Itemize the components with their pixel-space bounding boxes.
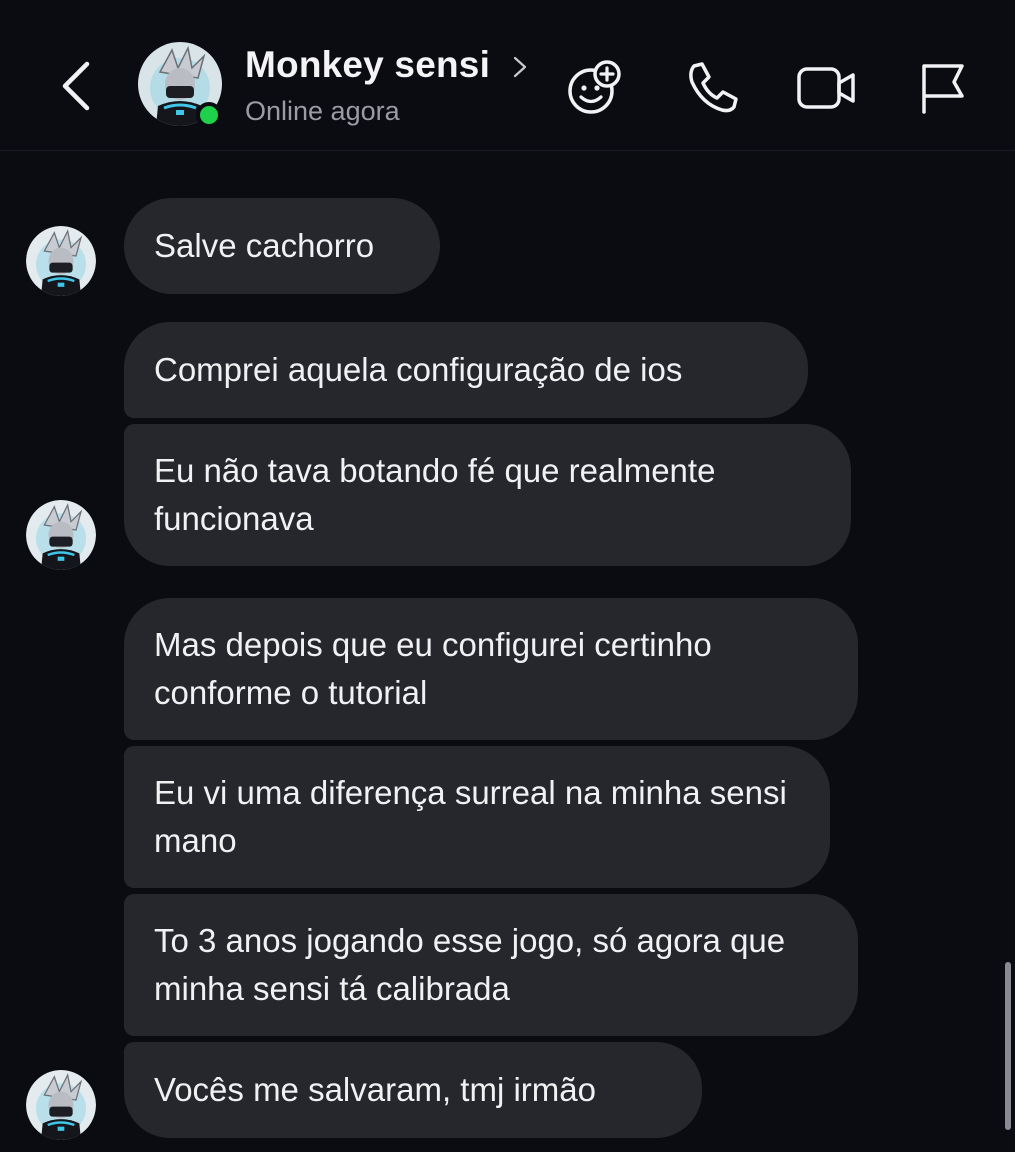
message-text: Vocês me salvaram, tmj irmão xyxy=(154,1071,596,1108)
message-bubble[interactable]: To 3 anos jogando esse jogo, só agora qu… xyxy=(124,894,858,1036)
message-text: Comprei aquela configuração de ios xyxy=(154,351,683,388)
message-bubble[interactable]: Eu não tava botando fé que realmente fun… xyxy=(124,424,851,566)
voice-call-button[interactable] xyxy=(680,56,744,120)
scrollbar[interactable] xyxy=(1005,962,1011,1130)
report-button[interactable] xyxy=(910,56,974,120)
stickers-button[interactable] xyxy=(563,56,627,120)
phone-icon xyxy=(689,62,738,113)
message-text: To 3 anos jogando esse jogo, só agora qu… xyxy=(154,922,786,1007)
message-bubble[interactable]: Comprei aquela configuração de ios xyxy=(124,322,808,418)
message-text: Eu vi uma diferença surreal na minha sen… xyxy=(154,774,787,859)
timestamp-fragment: — — xyxy=(468,146,544,154)
message-text: Salve cachorro xyxy=(154,227,375,264)
sender-avatar[interactable] xyxy=(26,226,96,296)
message-bubble[interactable]: Mas depois que eu configurei certinho co… xyxy=(124,598,858,740)
message-text: Eu não tava botando fé que realmente fun… xyxy=(154,452,716,537)
sticker-add-icon xyxy=(568,60,621,114)
chat-header: Monkey sensi Online agora xyxy=(0,0,1015,151)
video-camera-icon xyxy=(797,67,855,109)
sender-avatar[interactable] xyxy=(26,1070,96,1140)
message-text: Mas depois que eu configurei certinho co… xyxy=(154,626,712,711)
video-call-button[interactable] xyxy=(795,56,859,120)
back-button[interactable] xyxy=(52,58,100,114)
online-status-text: Online agora xyxy=(245,96,400,126)
contact-name[interactable]: Monkey sensi xyxy=(245,44,490,86)
sender-avatar[interactable] xyxy=(26,500,96,570)
message-bubble[interactable]: Salve cachorro xyxy=(124,198,440,294)
message-bubble[interactable]: Vocês me salvaram, tmj irmão xyxy=(124,1042,702,1138)
message-bubble[interactable]: Eu vi uma diferença surreal na minha sen… xyxy=(124,746,830,888)
back-chevron-icon xyxy=(62,61,90,111)
flag-icon xyxy=(922,64,964,114)
online-status-indicator xyxy=(196,102,222,128)
chevron-right-icon[interactable] xyxy=(511,52,529,82)
